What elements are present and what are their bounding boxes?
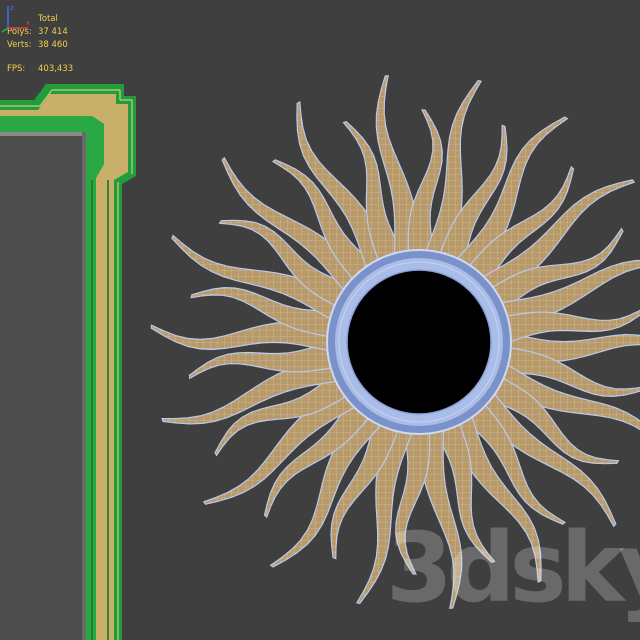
verts-value: 38 460 xyxy=(38,40,68,50)
polys-value: 37 414 xyxy=(38,27,68,37)
3d-viewport[interactable]: Total Polys: 37 414 Verts: 38 460 FPS: 4… xyxy=(0,0,640,640)
watermark: 3dsky xyxy=(386,512,640,624)
svg-text:z: z xyxy=(10,4,14,12)
fps-value: 403,433 xyxy=(38,64,74,74)
mirror-glass xyxy=(346,269,492,415)
axis-tripod-icon[interactable]: z x xyxy=(0,0,34,34)
stats-header: Total xyxy=(38,14,58,24)
picture-frame[interactable] xyxy=(0,84,136,640)
fps-label: FPS: xyxy=(7,64,26,74)
verts-label: Verts: xyxy=(7,40,32,50)
svg-text:x: x xyxy=(26,19,30,27)
frame-canvas-panel xyxy=(0,134,84,640)
